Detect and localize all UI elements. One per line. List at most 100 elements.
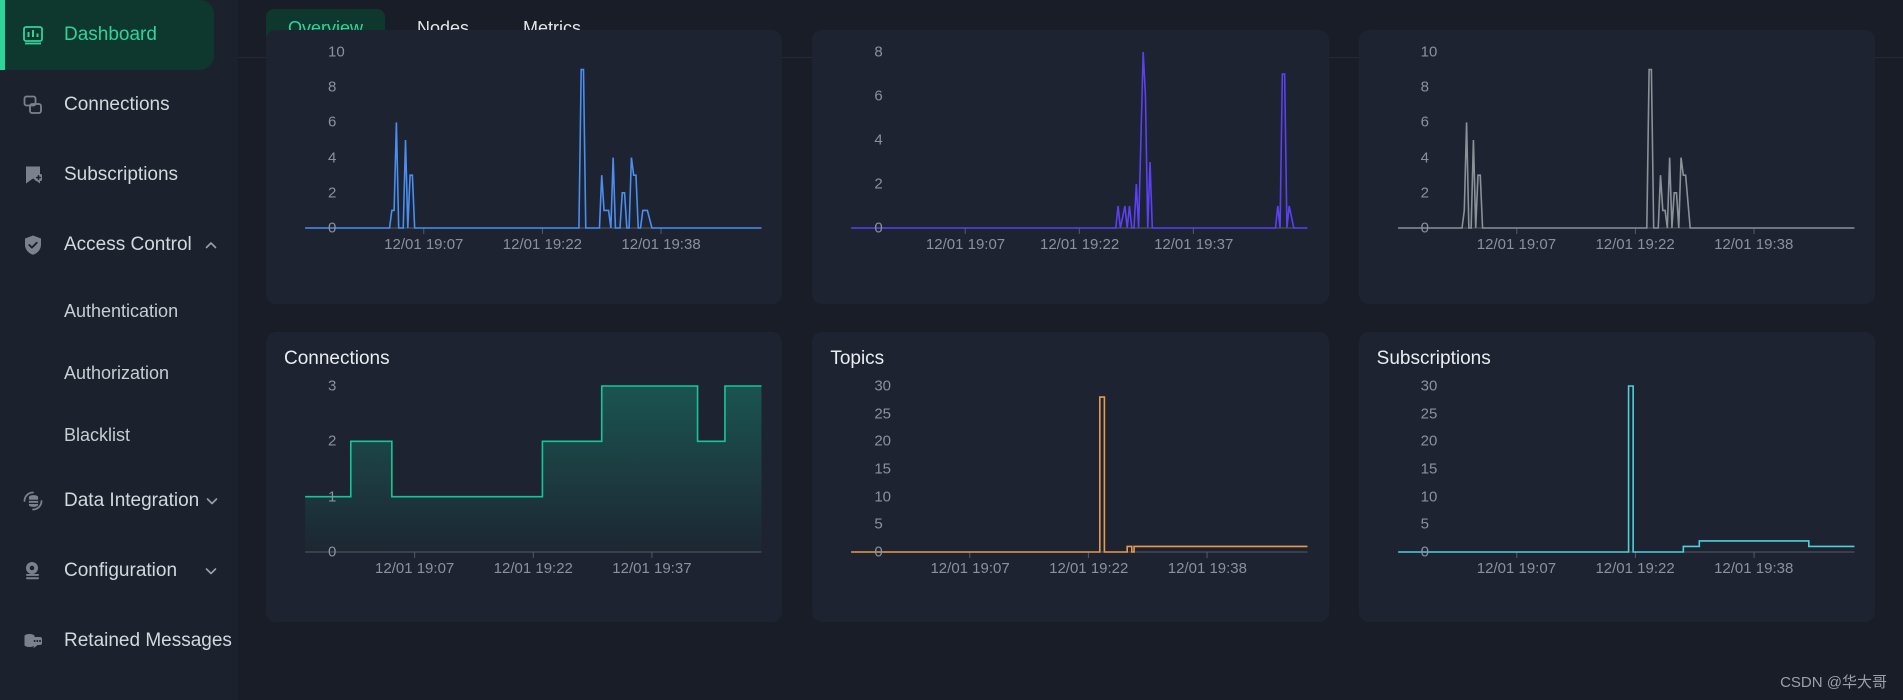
- chevron-down-icon[interactable]: [199, 493, 225, 509]
- sidebar: Dashboard Connections Subscriptions Access …: [0, 0, 238, 700]
- sidebar-item-label: Configuration: [64, 560, 178, 581]
- x-tick-label: 12/01 19:22: [493, 560, 573, 577]
- x-tick-label: 12/01 19:22: [1039, 236, 1120, 253]
- chart-bar-icon: [18, 20, 48, 50]
- sidebar-item-label: Authentication: [64, 300, 179, 321]
- x-tick-label: 12/01 19:07: [1476, 560, 1557, 577]
- y-tick-label: 1: [328, 488, 337, 506]
- y-tick-label: 30: [874, 377, 892, 395]
- sidebar-item-label: Access Control: [64, 234, 192, 255]
- chevron-down-icon[interactable]: [198, 563, 224, 579]
- sidebar-item-blacklist[interactable]: Blacklist: [0, 404, 238, 466]
- x-tick-label: 12/01 19:38: [1714, 236, 1794, 253]
- y-tick-label: 15: [874, 460, 892, 478]
- y-tick-label: 10: [1420, 43, 1438, 61]
- x-tick-label: 12/01 19:07: [925, 236, 1006, 253]
- chart-card-outgoing-messages: 0 2 4 6 8 12/01 19:07 12/01 19:22 12/01 19:37: [812, 30, 1329, 304]
- y-tick-label: 2: [1420, 184, 1429, 202]
- x-tick-label: 12/01 19:22: [1049, 560, 1129, 577]
- x-tick-label: 12/01 19:22: [1595, 236, 1675, 253]
- y-tick-label: 20: [874, 432, 892, 450]
- plot-area-topics: 0 5 10 15 20 25 30: [830, 377, 1310, 560]
- plot-area-connections: 0123: [284, 377, 764, 560]
- y-tick-label: 5: [1420, 515, 1429, 533]
- chart-card-incoming-messages: 0 2 4 6 8 10 12/01 19:07 12/01 19:22 12/01 19:38: [266, 30, 783, 304]
- chart-series-line: [1398, 386, 1854, 552]
- database-message-icon: [18, 626, 48, 656]
- sidebar-item-configuration[interactable]: Configuration: [0, 536, 238, 606]
- chart-svg: [830, 46, 1310, 234]
- y-tick-label: 6: [874, 87, 883, 105]
- sidebar-item-connections[interactable]: Connections: [0, 70, 238, 140]
- y-tick-label: 8: [328, 78, 337, 96]
- chevron-up-icon[interactable]: [198, 237, 224, 253]
- y-tick-label: 4: [874, 131, 883, 149]
- x-axis-labels: 12/01 19:07 12/01 19:22 12/01 19:38: [1377, 234, 1857, 256]
- y-tick-label: 10: [328, 43, 345, 61]
- y-tick-label: 25: [1420, 405, 1438, 423]
- connections-icon: [18, 90, 48, 120]
- sidebar-item-subscriptions[interactable]: Subscriptions: [0, 140, 238, 210]
- x-tick-label: 12/01 19:38: [621, 236, 701, 253]
- sidebar-item-access-control[interactable]: Access Control: [0, 210, 238, 280]
- chart-area-fill: [305, 386, 762, 552]
- chart-card-subscriptions: Subscriptions 0 5 10 15 20 25 30 12/01 19:07 12/0…: [1358, 332, 1875, 622]
- y-tick-label: 3: [328, 377, 337, 395]
- x-axis-labels: 12/01 19:07 12/01 19:22 12/01 19:37: [284, 558, 764, 580]
- sidebar-item-label: Authorization: [64, 362, 170, 383]
- chart-grid: 0 2 4 6 8 10 12/01 19:07 12/01 19:22 12/01 19:38…: [238, 30, 1903, 622]
- chart-series-line: [851, 52, 1307, 228]
- plot-area-outgoing-messages: 02468: [830, 43, 1310, 237]
- x-axis-labels: 12/01 19:07 12/01 19:22 12/01 19:38: [1377, 558, 1857, 580]
- y-tick-label: 6: [328, 113, 337, 131]
- chart-title: Topics: [830, 348, 885, 369]
- chart-svg: [830, 380, 1310, 558]
- x-tick-label: 12/01 19:07: [930, 560, 1010, 577]
- chart-series-line: [851, 397, 1307, 552]
- y-tick-label: 10: [874, 488, 892, 506]
- y-tick-label: 8: [1420, 78, 1429, 96]
- x-tick-label: 12/01 19:37: [1154, 236, 1234, 253]
- x-tick-label: 12/01 19:07: [1476, 236, 1557, 253]
- sidebar-item-label: Blacklist: [64, 424, 131, 445]
- y-tick-label: 20: [1420, 432, 1438, 450]
- y-tick-label: 25: [874, 405, 892, 423]
- sidebar-item-retained-messages[interactable]: Retained Messages: [0, 606, 238, 676]
- sidebar-item-authorization[interactable]: Authorization: [0, 342, 238, 404]
- sidebar-item-label: Connections: [64, 94, 170, 115]
- chart-svg: [1377, 380, 1857, 558]
- y-tick-label: 2: [874, 175, 883, 193]
- y-tick-label: 8: [874, 43, 883, 61]
- x-tick-label: 12/01 19:07: [375, 560, 455, 577]
- chart-card-dropped-messages: 0 2 4 6 8 10 12/01 19:07 12/01 19:22 12/01 19:38: [1358, 30, 1875, 304]
- y-tick-label: 4: [328, 149, 337, 167]
- y-tick-label: 5: [874, 515, 883, 533]
- chart-card-connections: Connections 0 1 2 3 12/01 19:07 12/01 19:22 12/…: [266, 332, 783, 622]
- sidebar-item-label: Retained Messages: [64, 630, 232, 651]
- gear-stack-icon: [18, 556, 48, 586]
- bookmark-plus-icon: [18, 160, 48, 190]
- x-tick-label: 12/01 19:22: [502, 236, 583, 253]
- x-tick-label: 12/01 19:37: [612, 560, 692, 577]
- chart-card-topics: Topics 0 5 10 15 20 25 30 12/01 19:07 12/01 19:22…: [812, 332, 1329, 622]
- y-tick-label: 4: [1420, 149, 1429, 167]
- plot-area-dropped-messages: 0 2 4 6 8 10: [1377, 43, 1857, 237]
- chart-svg: [284, 46, 764, 234]
- shield-check-icon: [18, 230, 48, 260]
- y-tick-label: 6: [1420, 113, 1429, 131]
- chart-series-line: [1398, 70, 1854, 228]
- chart-svg: [305, 380, 762, 558]
- y-tick-label: 10: [1420, 488, 1438, 506]
- sidebar-item-data-integration[interactable]: Data Integration: [0, 466, 238, 536]
- sidebar-item-label: Data Integration: [64, 490, 200, 511]
- sidebar-item-label: Dashboard: [64, 24, 157, 45]
- main-content: Overview Nodes Metrics 0 2 4 6 8 10 12/01 19:07 1…: [238, 0, 1903, 700]
- x-tick-label: 12/01 19:07: [384, 236, 464, 253]
- sidebar-item-authentication[interactable]: Authentication: [0, 280, 238, 342]
- sidebar-item-dashboard[interactable]: Dashboard: [0, 0, 214, 70]
- x-tick-label: 12/01 19:38: [1167, 560, 1247, 577]
- x-axis-labels: 12/01 19:07 12/01 19:22 12/01 19:38: [284, 234, 764, 256]
- y-tick-label: 2: [328, 184, 337, 202]
- chart-title: Connections: [284, 348, 390, 369]
- y-tick-label: 2: [328, 432, 337, 450]
